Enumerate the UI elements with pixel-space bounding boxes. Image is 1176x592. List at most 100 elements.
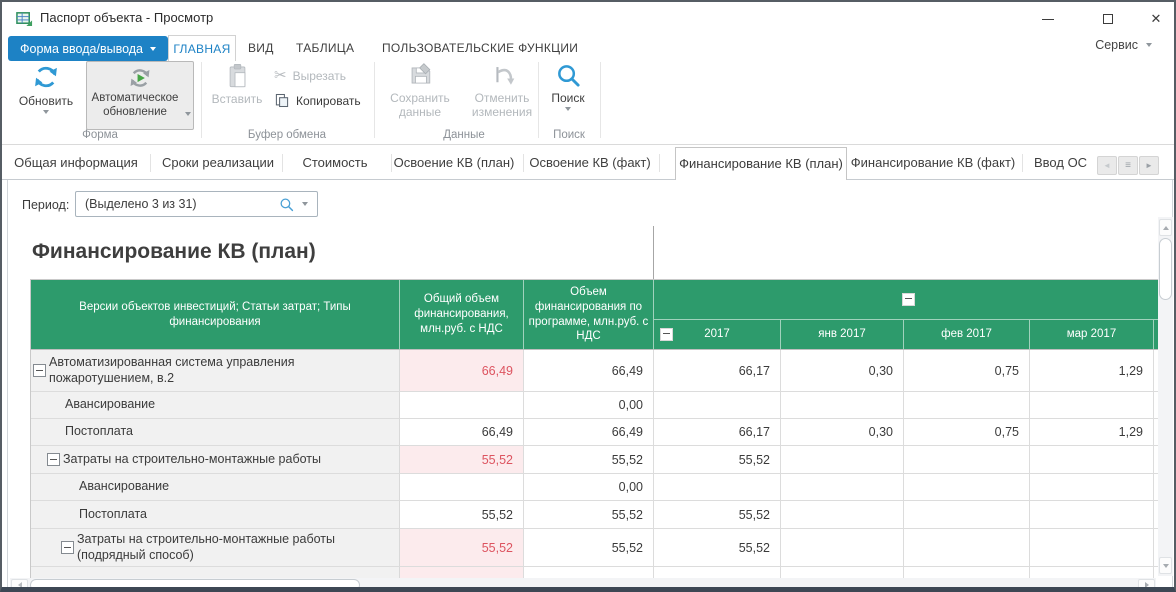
- row-label-cell[interactable]: Автоматизированная система управления по…: [31, 350, 400, 392]
- data-cell[interactable]: 0,00: [524, 474, 654, 501]
- collapse-row-icon[interactable]: [33, 364, 46, 377]
- ribbon-tab-custom-functions[interactable]: ПОЛЬЗОВАТЕЛЬСКИЕ ФУНКЦИИ: [382, 35, 578, 61]
- data-cell[interactable]: 0,75: [904, 350, 1030, 392]
- row-label-cell[interactable]: Затраты на строительно-монтажные работы …: [31, 529, 400, 567]
- row-label-cell[interactable]: Затраты на строительно-монтажные работы: [31, 446, 400, 474]
- data-cell[interactable]: 0,00: [524, 392, 654, 419]
- data-cell[interactable]: [654, 474, 781, 501]
- scroll-right-button[interactable]: [1138, 579, 1155, 591]
- close-button[interactable]: ✕: [1142, 10, 1170, 28]
- period-combobox[interactable]: (Выделено 3 из 31): [75, 191, 318, 217]
- data-cell[interactable]: 1,29: [1030, 419, 1154, 446]
- search-icon[interactable]: [279, 197, 294, 212]
- tab-kv-financing-plan[interactable]: Финансирование КВ (план): [675, 147, 847, 180]
- data-cell[interactable]: 55,52: [654, 446, 781, 474]
- tab-scroll-right-button[interactable]: ►: [1139, 156, 1159, 175]
- data-cell[interactable]: [1030, 474, 1154, 501]
- column-header-2017[interactable]: 2017: [654, 320, 781, 350]
- column-header-feb-2017[interactable]: фев 2017: [904, 320, 1030, 350]
- scroll-up-button[interactable]: [1159, 219, 1172, 236]
- vertical-scrollbar[interactable]: [1158, 217, 1173, 576]
- data-cell[interactable]: [904, 567, 1030, 578]
- ribbon-tab-view[interactable]: ВИД: [248, 35, 274, 61]
- data-cell[interactable]: 66,49: [400, 419, 524, 446]
- chevron-down-icon[interactable]: [302, 202, 308, 206]
- data-cell[interactable]: [524, 567, 654, 578]
- data-cell[interactable]: [904, 392, 1030, 419]
- tab-implementation-terms[interactable]: Сроки реализации: [162, 147, 274, 179]
- data-cell[interactable]: [781, 567, 904, 578]
- refresh-button[interactable]: Обновить: [14, 62, 78, 114]
- data-cell[interactable]: 55,52: [524, 501, 654, 529]
- data-cell[interactable]: [781, 501, 904, 529]
- scroll-left-button[interactable]: [11, 579, 28, 591]
- column-header-total-volume[interactable]: Общий объем финансирования, млн.руб. с Н…: [400, 280, 524, 350]
- maximize-button[interactable]: [1094, 10, 1122, 28]
- service-menu[interactable]: Сервис: [1095, 38, 1152, 52]
- data-cell[interactable]: [781, 529, 904, 567]
- row-label-cell[interactable]: Авансирование: [31, 392, 400, 419]
- data-cell[interactable]: [781, 392, 904, 419]
- horizontal-scrollbar-thumb[interactable]: [30, 579, 360, 591]
- tab-kv-financing-fact[interactable]: Финансирование КВ (факт): [851, 147, 1015, 179]
- data-cell[interactable]: 55,52: [524, 529, 654, 567]
- data-cell[interactable]: 55,52: [400, 446, 524, 474]
- data-cell[interactable]: [904, 501, 1030, 529]
- data-cell[interactable]: 66,49: [400, 350, 524, 392]
- collapse-year-icon[interactable]: [660, 328, 673, 341]
- data-cell[interactable]: [654, 567, 781, 578]
- row-label-cell[interactable]: Авансирование: [31, 474, 400, 501]
- data-cell[interactable]: [1030, 529, 1154, 567]
- vertical-scrollbar-thumb[interactable]: [1159, 238, 1172, 300]
- data-cell[interactable]: [400, 474, 524, 501]
- app-menu-button[interactable]: Форма ввода/вывода: [8, 36, 168, 61]
- tab-os-input[interactable]: Ввод ОС: [1034, 147, 1090, 179]
- data-cell[interactable]: [904, 529, 1030, 567]
- data-cell[interactable]: 1,29: [1030, 350, 1154, 392]
- data-cell[interactable]: [781, 446, 904, 474]
- data-cell[interactable]: 55,52: [524, 446, 654, 474]
- column-header-program-volume[interactable]: Объем финансирования по программе, млн.р…: [524, 280, 654, 350]
- data-cell[interactable]: 66,49: [524, 419, 654, 446]
- data-cell[interactable]: [1030, 567, 1154, 578]
- collapse-row-icon[interactable]: [47, 453, 60, 466]
- copy-button[interactable]: Копировать: [274, 92, 361, 109]
- ribbon-tab-home[interactable]: ГЛАВНАЯ: [168, 35, 236, 61]
- collapse-group-icon[interactable]: [902, 293, 915, 306]
- column-header-mar-2017[interactable]: мар 2017: [1030, 320, 1154, 350]
- ribbon-tab-table[interactable]: ТАБЛИЦА: [296, 35, 354, 61]
- row-label-cell[interactable]: Постоплата: [31, 419, 400, 446]
- tab-general-info[interactable]: Общая информация: [14, 147, 138, 179]
- data-cell[interactable]: [1030, 392, 1154, 419]
- collapse-row-icon[interactable]: [61, 541, 74, 554]
- data-cell[interactable]: 0,30: [781, 419, 904, 446]
- data-cell[interactable]: [654, 392, 781, 419]
- data-cell[interactable]: [400, 567, 524, 578]
- column-header-versions[interactable]: Версии объектов инвестиций; Статьи затра…: [31, 280, 400, 350]
- data-cell[interactable]: 55,52: [654, 529, 781, 567]
- tab-kv-development-plan[interactable]: Освоение КВ (план): [394, 147, 515, 179]
- data-cell[interactable]: [1030, 446, 1154, 474]
- data-cell[interactable]: 66,17: [654, 419, 781, 446]
- tab-kv-development-fact[interactable]: Освоение КВ (факт): [529, 147, 650, 179]
- data-cell[interactable]: 66,17: [654, 350, 781, 392]
- data-cell[interactable]: [400, 392, 524, 419]
- column-header-period-group[interactable]: [654, 280, 1158, 320]
- data-cell[interactable]: [904, 446, 1030, 474]
- data-cell[interactable]: 55,52: [654, 501, 781, 529]
- search-button[interactable]: Поиск: [544, 62, 592, 111]
- data-cell[interactable]: [781, 474, 904, 501]
- auto-refresh-toggle[interactable]: Автоматическое обновление: [86, 61, 194, 130]
- tab-list-button[interactable]: ≡: [1118, 156, 1138, 175]
- tab-cost[interactable]: Стоимость: [302, 147, 367, 179]
- data-cell[interactable]: [1030, 501, 1154, 529]
- data-cell[interactable]: 0,30: [781, 350, 904, 392]
- scroll-down-button[interactable]: [1159, 557, 1172, 574]
- data-cell[interactable]: 66,49: [524, 350, 654, 392]
- row-label-cell[interactable]: [31, 567, 400, 578]
- data-cell[interactable]: 55,52: [400, 501, 524, 529]
- horizontal-scrollbar[interactable]: [10, 578, 1156, 592]
- minimize-button[interactable]: [1034, 10, 1062, 28]
- data-cell[interactable]: 0,75: [904, 419, 1030, 446]
- column-header-jan-2017[interactable]: янв 2017: [781, 320, 904, 350]
